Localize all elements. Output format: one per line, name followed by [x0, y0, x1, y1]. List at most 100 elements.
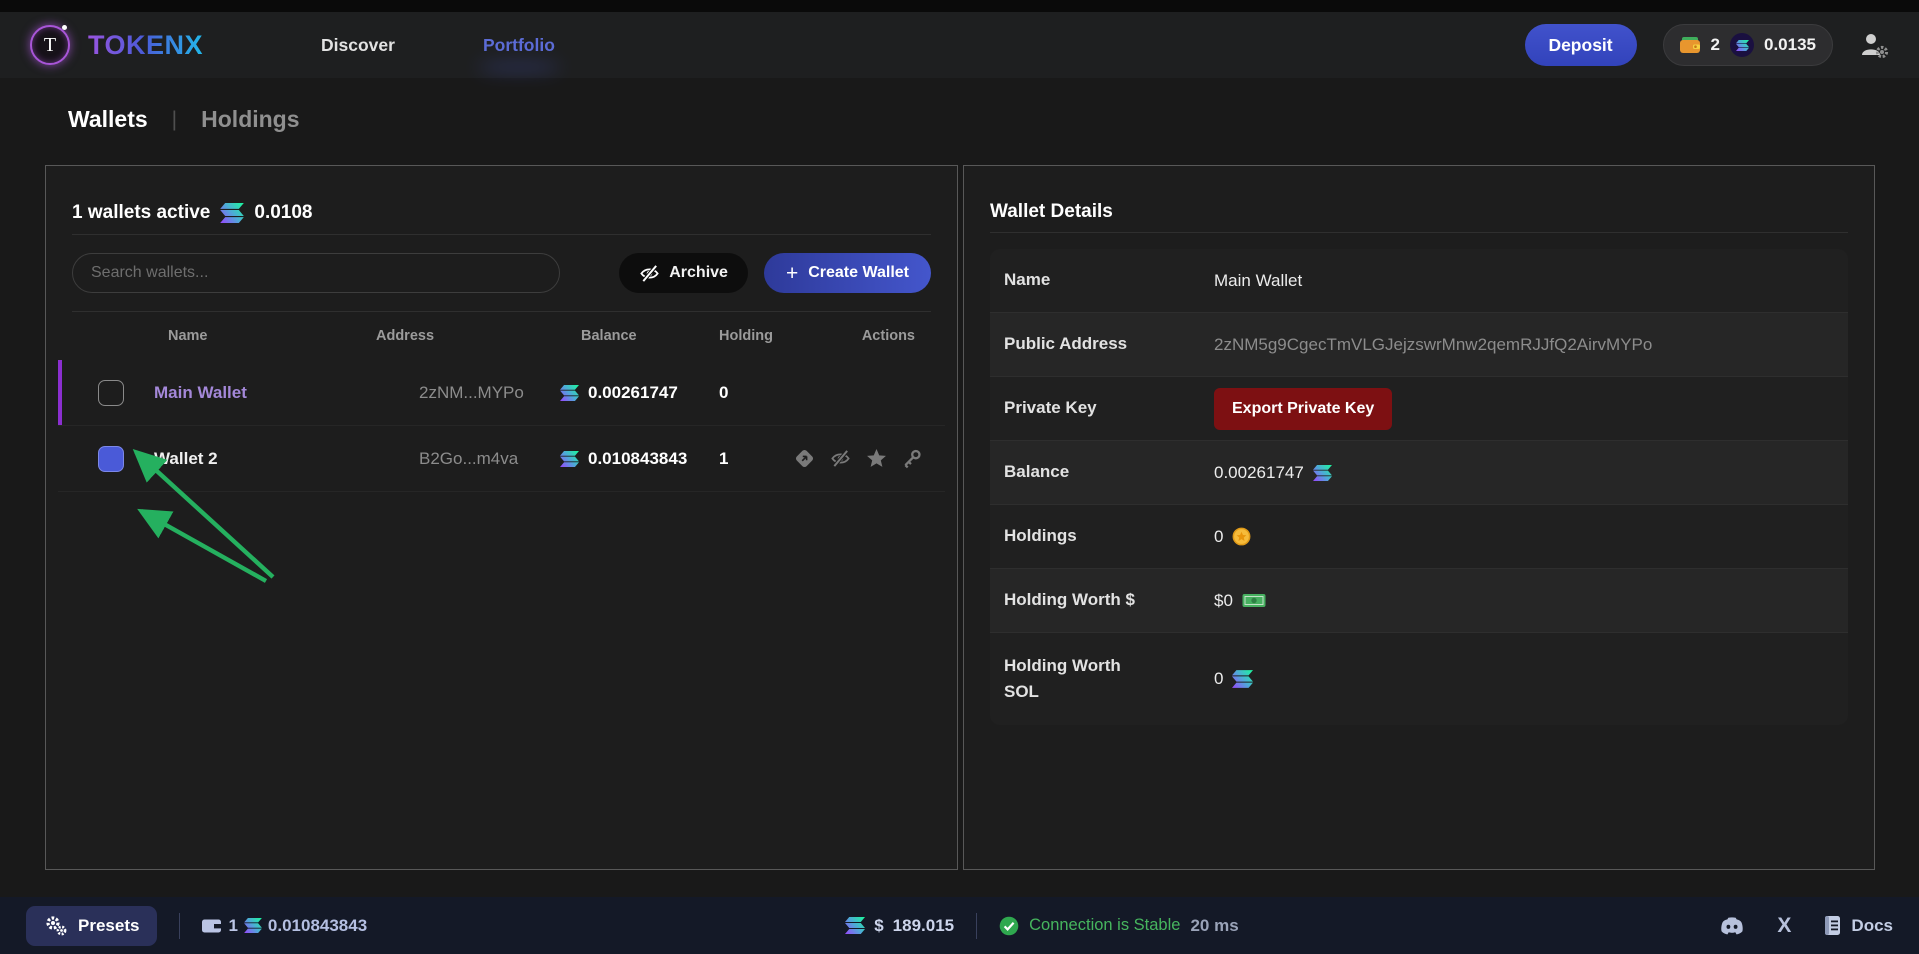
detail-row-holdings: Holdings 0	[990, 505, 1848, 569]
footer-wallet-balance: 0.010843843	[268, 916, 367, 936]
solana-icon	[220, 203, 244, 223]
logo-letter: T	[44, 34, 56, 57]
private-key-value: Export Private Key	[1214, 388, 1848, 430]
tokenx-logo[interactable]: T	[30, 25, 70, 65]
coin-icon	[1232, 527, 1251, 546]
col-actions: Actions	[794, 328, 945, 344]
footer-wallets-summary[interactable]: 1 0.010843843	[202, 916, 367, 936]
detail-row-private-key: Private Key Export Private Key	[990, 377, 1848, 441]
wallets-table: Name Address Balance Holding Actions Mai…	[58, 312, 945, 492]
public-address-value: 2zNM5g9CgecTmVLGJejzswrMnw2qemRJJfQ2Airv…	[1214, 335, 1848, 355]
detail-label: Holding Worth $	[1004, 587, 1214, 613]
holding-worth-sol-value: 0	[1214, 669, 1848, 689]
col-address: Address	[376, 328, 554, 344]
nav-portfolio[interactable]: Portfolio	[483, 35, 555, 56]
eye-off-icon	[639, 263, 660, 284]
wallet-balance-value: 0.010843843	[588, 449, 687, 469]
book-icon	[1823, 915, 1842, 936]
detail-label: Name	[1004, 267, 1214, 293]
wallets-table-header: Name Address Balance Holding Actions	[58, 312, 945, 360]
archive-button[interactable]: Archive	[619, 253, 748, 293]
tab-wallets[interactable]: Wallets	[68, 106, 148, 133]
nav-discover[interactable]: Discover	[321, 35, 395, 56]
wallet-holding: 1	[714, 449, 794, 469]
deposit-button[interactable]: Deposit	[1525, 24, 1637, 66]
detail-value: Main Wallet	[1214, 271, 1848, 291]
user-settings-icon[interactable]	[1859, 31, 1889, 59]
solana-icon	[1232, 670, 1253, 688]
detail-label: Public Address	[1004, 331, 1214, 357]
x-twitter-icon[interactable]: X	[1777, 914, 1791, 938]
divider	[179, 913, 180, 939]
wallet-balance-value: 0.00261747	[588, 383, 678, 403]
docs-label: Docs	[1851, 916, 1893, 936]
connection-label: Connection is Stable	[1029, 916, 1180, 935]
docs-link[interactable]: Docs	[1823, 915, 1893, 936]
wallet-controls: Archive + Create Wallet	[72, 253, 931, 293]
footer-links: X Docs	[1719, 914, 1893, 938]
navbar-wallet-count: 2	[1711, 35, 1720, 55]
tab-holdings[interactable]: Holdings	[201, 106, 299, 133]
cash-icon	[1242, 592, 1266, 609]
wallets-panel: 1 wallets active 0.0108 Archive + Create…	[45, 165, 958, 870]
wallet-actions	[794, 448, 953, 469]
wallet-row-main-wallet[interactable]: Main Wallet 2zNM...MYPo 0.00261747 0	[58, 360, 945, 426]
col-balance: Balance	[554, 328, 714, 344]
create-wallet-button[interactable]: + Create Wallet	[764, 253, 931, 293]
main-content: 1 wallets active 0.0108 Archive + Create…	[45, 165, 1875, 870]
price-symbol: $	[874, 916, 883, 936]
footer-wallet-count: 1	[228, 916, 237, 936]
search-wallets-input[interactable]	[72, 253, 560, 293]
create-wallet-label: Create Wallet	[808, 264, 909, 282]
detail-row-public-address: Public Address 2zNM5g9CgecTmVLGJejzswrMn…	[990, 313, 1848, 377]
detail-label: Balance	[1004, 459, 1214, 485]
wallet-checkbox[interactable]	[98, 446, 124, 472]
tab-separator: |	[172, 108, 177, 132]
wallet-name: Wallet 2	[134, 449, 414, 469]
discord-icon[interactable]	[1719, 916, 1745, 936]
solana-icon	[845, 917, 865, 934]
navbar-right: Deposit 2 0.0135	[1525, 24, 1889, 66]
detail-label: Holding Worth SOL	[1004, 653, 1134, 706]
wallet-name: Main Wallet	[134, 383, 414, 403]
price-value: 189.015	[893, 916, 954, 936]
star-icon[interactable]	[866, 448, 887, 469]
key-icon[interactable]	[902, 448, 923, 469]
wallet-checkbox[interactable]	[98, 380, 124, 406]
solana-icon	[560, 451, 579, 467]
balance-number: 0.00261747	[1214, 463, 1304, 483]
wallet-details-panel: Wallet Details Name Main Wallet Public A…	[963, 165, 1875, 870]
detail-label: Holdings	[1004, 523, 1214, 549]
brand-title: TOKENX	[88, 30, 203, 61]
holding-worth-sol-number: 0	[1214, 669, 1223, 689]
export-private-key-button[interactable]: Export Private Key	[1214, 388, 1392, 430]
status-bar: Presets 1 0.010843843 $ 189.015 Connecti…	[0, 897, 1919, 954]
detail-row-holding-worth-sol: Holding Worth SOL 0	[990, 633, 1848, 725]
wallet-balance-chip[interactable]: 2 0.0135	[1663, 24, 1833, 66]
latency-value: 20 ms	[1190, 916, 1238, 936]
presets-button[interactable]: Presets	[26, 906, 157, 946]
presets-label: Presets	[78, 916, 139, 936]
solana-icon	[560, 385, 579, 401]
holdings-number: 0	[1214, 527, 1223, 547]
plus-icon: +	[786, 263, 798, 284]
active-wallets-label: 1 wallets active	[72, 202, 210, 224]
wallet-address: B2Go...m4va	[414, 449, 554, 469]
wallet-address: 2zNM...MYPo	[414, 383, 554, 403]
detail-row-balance: Balance 0.00261747	[990, 441, 1848, 505]
wallet-icon	[1680, 37, 1701, 54]
active-wallets-sol: 0.0108	[254, 202, 312, 224]
detail-row-name: Name Main Wallet	[990, 249, 1848, 313]
sol-badge-icon	[1730, 33, 1754, 57]
gears-icon	[44, 915, 68, 937]
solana-icon	[1313, 465, 1332, 481]
eye-off-icon[interactable]	[830, 448, 851, 469]
wallet-row-wallet-2[interactable]: Wallet 2 B2Go...m4va 0.010843843 1	[58, 426, 945, 492]
divider	[72, 234, 931, 235]
col-name: Name	[134, 328, 414, 344]
send-diamond-icon[interactable]	[794, 448, 815, 469]
balance-value: 0.00261747	[1214, 463, 1848, 483]
wallets-summary: 1 wallets active 0.0108	[72, 166, 931, 234]
wallet-details-title: Wallet Details	[990, 166, 1848, 232]
connection-status: Connection is Stable 20 ms	[999, 916, 1239, 936]
